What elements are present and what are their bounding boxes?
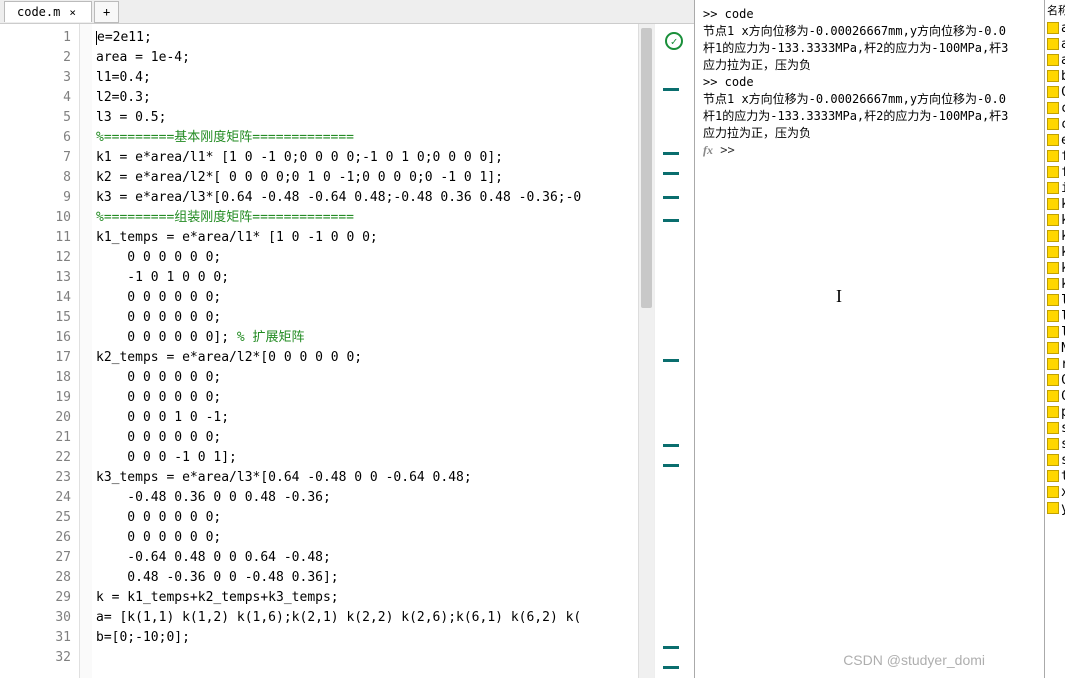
workspace-item[interactable]: c	[1045, 100, 1065, 116]
workspace-item[interactable]: f	[1045, 164, 1065, 180]
workspace-item[interactable]: s	[1045, 436, 1065, 452]
workspace-item[interactable]: l	[1045, 308, 1065, 324]
workspace-item[interactable]: a	[1045, 52, 1065, 68]
variable-icon	[1047, 454, 1059, 466]
variable-icon	[1047, 70, 1059, 82]
workspace-item[interactable]: f	[1045, 148, 1065, 164]
variable-icon	[1047, 118, 1059, 130]
workspace-item[interactable]: p	[1045, 404, 1065, 420]
variable-icon	[1047, 102, 1059, 114]
close-icon[interactable]: ×	[66, 6, 79, 19]
workspace-item[interactable]: C	[1045, 84, 1065, 100]
workspace-item[interactable]: r	[1045, 356, 1065, 372]
console-prompt[interactable]: fx >>	[703, 142, 1036, 159]
console-line: 应力拉为正，压为负	[703, 125, 1036, 142]
tab-label: code.m	[17, 5, 60, 19]
workspace-header: 名称	[1045, 0, 1065, 20]
command-window[interactable]: >> code 节点1 x方向位移为-0.00026667mm,y方向位移为-0…	[695, 0, 1044, 678]
workspace-item[interactable]: k	[1045, 276, 1065, 292]
breakpoint-strip[interactable]	[80, 24, 92, 678]
console-panel: >> code 节点1 x方向位移为-0.00026667mm,y方向位移为-0…	[695, 0, 1045, 678]
workspace-item[interactable]: i	[1045, 180, 1065, 196]
workspace-item[interactable]: s	[1045, 420, 1065, 436]
variable-icon	[1047, 22, 1059, 34]
variable-icon	[1047, 406, 1059, 418]
workspace-item[interactable]: a	[1045, 36, 1065, 52]
variable-icon	[1047, 86, 1059, 98]
variable-icon	[1047, 134, 1059, 146]
tab-code[interactable]: code.m ×	[4, 1, 92, 22]
variable-icon	[1047, 262, 1059, 274]
variable-icon	[1047, 246, 1059, 258]
workspace-item[interactable]: t	[1045, 468, 1065, 484]
editor-panel: code.m × + 12345678910111213141516171819…	[0, 0, 695, 678]
workspace-item[interactable]: C	[1045, 372, 1065, 388]
variable-icon	[1047, 438, 1059, 450]
workspace-item[interactable]: k	[1045, 244, 1065, 260]
console-line: >> code	[703, 6, 1036, 23]
variable-icon	[1047, 214, 1059, 226]
workspace-item[interactable]: k	[1045, 196, 1065, 212]
console-line: 杆1的应力为-133.3333MPa,杆2的应力为-100MPa,杆3	[703, 108, 1036, 125]
workspace-list: aaabCcceffikkkkkklllNrCCpssstxy	[1045, 20, 1065, 516]
workspace-item[interactable]: l	[1045, 292, 1065, 308]
workspace-item[interactable]: s	[1045, 452, 1065, 468]
variable-icon	[1047, 390, 1059, 402]
line-gutter[interactable]: 1234567891011121314151617181920212223242…	[0, 24, 80, 678]
workspace-item[interactable]: b	[1045, 68, 1065, 84]
variable-icon	[1047, 374, 1059, 386]
workspace-item[interactable]: c	[1045, 116, 1065, 132]
variable-icon	[1047, 310, 1059, 322]
console-line: 应力拉为正，压为负	[703, 57, 1036, 74]
variable-icon	[1047, 342, 1059, 354]
console-line: 杆1的应力为-133.3333MPa,杆2的应力为-100MPa,杆3	[703, 40, 1036, 57]
workspace-item[interactable]: C	[1045, 388, 1065, 404]
variable-icon	[1047, 294, 1059, 306]
variable-icon	[1047, 182, 1059, 194]
variable-icon	[1047, 358, 1059, 370]
workspace-item[interactable]: y	[1045, 500, 1065, 516]
variable-icon	[1047, 54, 1059, 66]
text-cursor-icon: I	[836, 286, 842, 307]
workspace-item[interactable]: k	[1045, 260, 1065, 276]
workspace-item[interactable]: l	[1045, 324, 1065, 340]
tab-bar: code.m × +	[0, 0, 694, 24]
vertical-scrollbar[interactable]	[638, 24, 654, 678]
variable-icon	[1047, 326, 1059, 338]
variable-icon	[1047, 38, 1059, 50]
console-line: >> code	[703, 74, 1036, 91]
workspace-item[interactable]: x	[1045, 484, 1065, 500]
workspace-item[interactable]: e	[1045, 132, 1065, 148]
add-tab-button[interactable]: +	[94, 1, 119, 23]
scrollbar-thumb[interactable]	[641, 28, 652, 308]
variable-icon	[1047, 198, 1059, 210]
workspace-item[interactable]: a	[1045, 20, 1065, 36]
workspace-item[interactable]: N	[1045, 340, 1065, 356]
code-area: 1234567891011121314151617181920212223242…	[0, 24, 694, 678]
variable-icon	[1047, 486, 1059, 498]
console-line: 节点1 x方向位移为-0.00026667mm,y方向位移为-0.0	[703, 91, 1036, 108]
workspace-item[interactable]: k	[1045, 212, 1065, 228]
status-ok-icon: ✓	[665, 32, 683, 50]
fx-icon: fx	[703, 143, 713, 157]
variable-icon	[1047, 502, 1059, 514]
workspace-item[interactable]: k	[1045, 228, 1065, 244]
watermark: CSDN @studyer_domi	[843, 652, 985, 668]
variable-icon	[1047, 278, 1059, 290]
console-line: 节点1 x方向位移为-0.00026667mm,y方向位移为-0.0	[703, 23, 1036, 40]
variable-icon	[1047, 150, 1059, 162]
variable-icon	[1047, 422, 1059, 434]
code-text[interactable]: e=2e11;area = 1e-4;l1=0.4;l2=0.3;l3 = 0.…	[92, 24, 638, 678]
workspace-panel: 名称 aaabCcceffikkkkkklllNrCCpssstxy	[1045, 0, 1065, 678]
variable-icon	[1047, 230, 1059, 242]
variable-icon	[1047, 166, 1059, 178]
status-strip: ✓	[654, 24, 694, 678]
variable-icon	[1047, 470, 1059, 482]
